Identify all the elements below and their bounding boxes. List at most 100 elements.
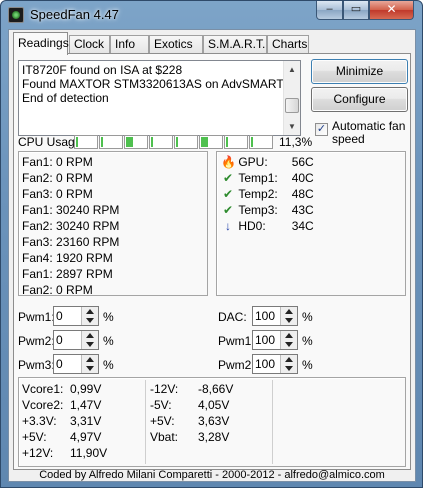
voltage-value: -8,66V [198,382,234,396]
dac-value[interactable]: 100 [255,309,275,323]
cpu-core-fill [126,137,133,147]
checkmark-icon: ✔ [222,203,234,217]
log-line: Found MAXTOR STM3320613AS on AdvSMART [22,77,284,91]
flame-icon: 🔥 [221,155,236,169]
tab-info[interactable]: Info [110,35,149,54]
readings-panel: IT8720F found on ISA at $228 Found MAXTO… [13,53,411,470]
temp-row: ✔ Temp3: 43C [221,203,314,217]
window-close-button[interactable]: ✕ [369,1,414,20]
temp-value: 34C [291,219,314,233]
client-area: Readings Clock Info Exotics S.M.A.R.T. C… [8,29,416,482]
spinner-arrows-icon[interactable] [280,331,297,349]
temp-value: 56C [291,155,314,169]
spinner-arrows-icon[interactable] [81,355,98,373]
percent-label: % [302,358,313,372]
cpu-core-meter [99,135,123,149]
scroll-down-icon[interactable]: ▼ [284,118,300,135]
pwm1-right-value[interactable]: 100 [255,333,275,347]
spinner-arrows-icon[interactable] [280,355,297,373]
voltage-label: Vcore2: [22,398,64,412]
scroll-up-icon[interactable]: ▲ [284,61,300,78]
checkmark-icon: ✔ [222,187,234,201]
pwm1-right-label: Pwm1: [218,334,255,348]
minimize-button[interactable]: Minimize [311,59,408,84]
column-divider [272,380,273,464]
tab-smart[interactable]: S.M.A.R.T. [203,35,267,54]
tab-exotics[interactable]: Exotics [149,35,203,54]
tab-charts[interactable]: Charts [267,35,309,54]
title-bar[interactable]: SpeedFan 4.47 – ▭ ✕ [1,1,422,29]
arrow-down-icon: ↓ [225,219,231,233]
pwm2-value[interactable]: 0 [56,333,63,347]
temp-value: 48C [291,187,314,201]
cpu-core-meter [224,135,248,149]
spinner-arrows-icon[interactable] [280,307,297,325]
percent-label: % [103,358,114,372]
voltage-label: +5V: [150,414,175,428]
spinner-arrows-icon[interactable] [81,307,98,325]
tab-clock[interactable]: Clock [69,35,110,54]
cpu-usage-label: CPU Usage [18,135,82,149]
speedfan-window: SpeedFan 4.47 – ▭ ✕ Readings Clock Info … [0,0,423,488]
percent-label: % [302,310,313,324]
tab-readings[interactable]: Readings [13,32,69,55]
pwm2-right-spinner[interactable]: 100 [252,354,298,374]
cpu-core-meter [124,135,148,149]
fan-speeds-panel: Fan1: 0 RPM Fan2: 0 RPM Fan3: 0 RPM Fan1… [18,151,208,297]
voltage-value: 11,90V [70,446,108,460]
cpu-usage-value: 11,3% [279,135,313,149]
voltage-value: 3,63V [198,414,230,428]
dac-label: DAC: [218,310,247,324]
voltages-panel: Vcore1: 0,99V Vcore2: 1,47V +3.3V: 3,31V… [18,377,406,467]
window-maximize-button[interactable]: ▭ [343,1,369,20]
voltage-label: +3.3V: [22,414,57,428]
pwm3-spinner[interactable]: 0 [53,354,99,374]
pwm2-right-value[interactable]: 100 [255,357,275,371]
temp-row: ✔ Temp2: 48C [221,187,314,201]
voltage-value: 3,31V [70,414,102,428]
temp-row: 🔥 GPU: 56C [221,155,314,169]
fan-reading: Fan1: 2897 RPM [22,267,113,281]
cpu-core-fill [201,137,208,147]
pwm1-label: Pwm1: [18,310,55,324]
voltage-label: -5V: [150,398,172,412]
scroll-thumb[interactable] [285,98,299,113]
voltage-value: 1,47V [70,398,102,412]
temp-label: GPU: [238,155,268,169]
cpu-core-fill [151,137,153,147]
fan-reading: Fan3: 23160 RPM [22,235,120,249]
window-minimize-button[interactable]: – [316,1,343,20]
temp-row: ↓ HD0: 34C [221,219,314,233]
pwm1-value[interactable]: 0 [56,309,63,323]
pwm3-value[interactable]: 0 [56,357,63,371]
configure-button[interactable]: Configure [311,87,408,112]
dac-spinner[interactable]: 100 [252,306,298,326]
fan-reading: Fan4: 1920 RPM [22,251,113,265]
voltage-label: Vcore1: [22,382,64,396]
percent-label: % [103,334,114,348]
fan-reading: Fan2: 0 RPM [22,283,93,297]
pwm1-spinner[interactable]: 0 [53,306,99,326]
temp-row: ✔ Temp1: 40C [221,171,314,185]
voltage-label: -12V: [150,382,179,396]
spinner-arrows-icon[interactable] [81,331,98,349]
log-scrollbar[interactable]: ▲ ▼ [283,61,300,135]
cpu-core-fill [176,137,178,147]
pwm3-label: Pwm3: [18,358,55,372]
temp-value: 40C [291,171,314,185]
pwm1-right-spinner[interactable]: 100 [252,330,298,350]
automatic-fan-speed-checkbox[interactable]: ✓ [315,123,328,136]
voltage-value: 4,97V [70,430,102,444]
temperatures-panel: 🔥 GPU: 56C ✔ Temp1: 40C ✔ Temp2: 48C ✔ T… [216,151,406,296]
voltage-label: +5V: [22,430,47,444]
pwm2-spinner[interactable]: 0 [53,330,99,350]
temp-label: HD0: [238,219,266,233]
cpu-core-meter [199,135,223,149]
log-line: IT8720F found on ISA at $228 [22,63,183,77]
voltage-value: 4,05V [198,398,230,412]
detection-log[interactable]: IT8720F found on ISA at $228 Found MAXTO… [18,60,301,136]
automatic-fan-speed-label: Automatic fan speed [332,119,406,146]
fan-reading: Fan2: 0 RPM [22,171,93,185]
voltage-label: Vbat: [150,430,179,444]
cpu-core-meter [249,135,273,149]
